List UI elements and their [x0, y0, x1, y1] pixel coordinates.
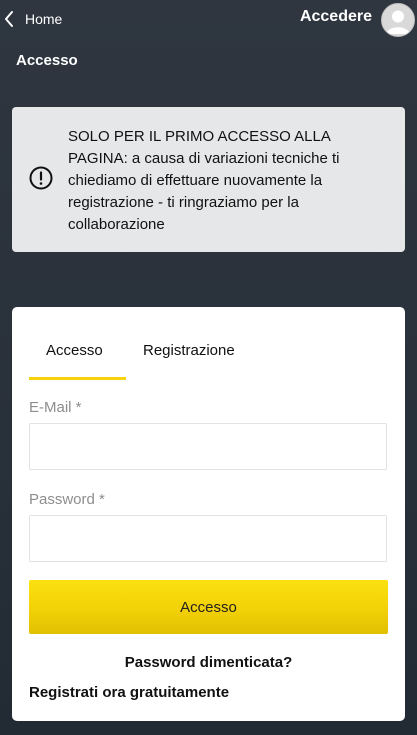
login-submit-button[interactable]: Accesso: [29, 580, 388, 634]
login-card: Accesso Registrazione E-Mail * Password …: [12, 307, 405, 721]
info-notice: SOLO PER IL PRIMO ACCESSO ALLA PAGINA: a…: [12, 107, 405, 252]
chevron-left-icon: [5, 11, 13, 27]
alert-circle-icon: [29, 166, 53, 190]
page-title: Accesso: [16, 52, 78, 69]
top-navigation-bar: Home Accedere: [0, 0, 417, 40]
email-label: E-Mail *: [29, 399, 82, 416]
tab-accesso[interactable]: Accesso: [46, 342, 103, 359]
user-avatar-icon[interactable]: [381, 3, 415, 37]
back-button[interactable]: Home: [4, 6, 62, 32]
back-label: Home: [25, 11, 63, 27]
tab-registrazione[interactable]: Registrazione: [143, 342, 235, 359]
forgot-password-link[interactable]: Password dimenticata?: [12, 654, 405, 671]
active-tab-indicator: [29, 377, 126, 380]
email-input[interactable]: [29, 423, 387, 470]
password-input[interactable]: [29, 515, 387, 562]
register-now-link[interactable]: Registrati ora gratuitamente: [29, 684, 229, 701]
auth-tabs: Accesso Registrazione: [29, 332, 389, 380]
login-link[interactable]: Accedere: [300, 8, 372, 26]
notice-text: SOLO PER IL PRIMO ACCESSO ALLA PAGINA: a…: [68, 128, 340, 233]
password-label: Password *: [29, 491, 105, 508]
